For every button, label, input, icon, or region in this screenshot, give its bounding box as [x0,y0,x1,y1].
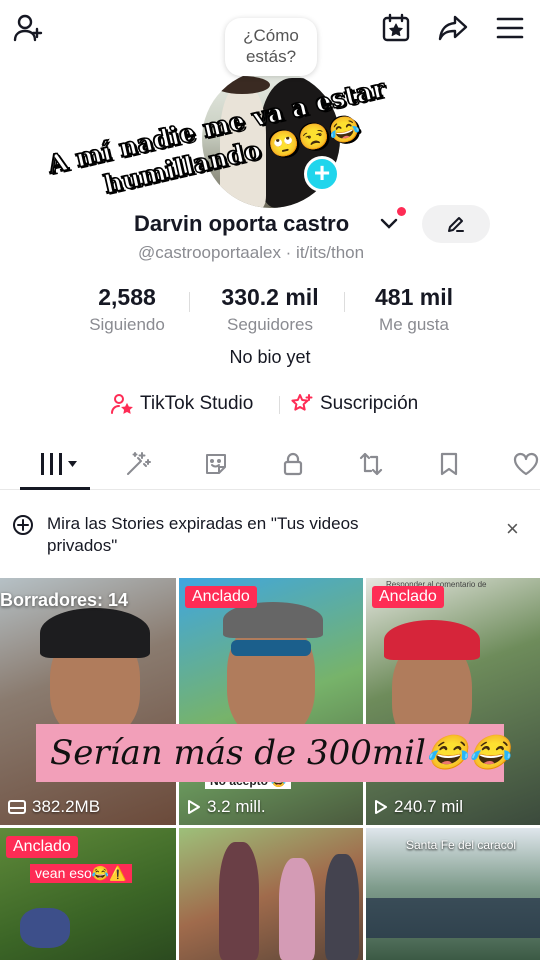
edit-profile-button[interactable] [422,205,490,243]
video-views: 3.2 mill. [187,797,266,817]
stat-following-value: 2,588 [98,284,156,310]
stat-following-label: Siguiendo [89,315,165,334]
tab-videos[interactable] [34,446,84,482]
sunglasses-shape [231,640,311,656]
thumbnail-person-shape [325,854,359,960]
share-icon[interactable] [435,10,471,46]
thumbnail-person-shape [20,908,70,948]
video-thumbnail[interactable]: Responder al comentario de Anclado 240.7… [366,578,540,825]
video-thumbnail[interactable]: Borradores: 14 382.2MB [0,578,176,825]
stat-divider [189,292,190,312]
menu-icon[interactable] [492,10,528,46]
stories-notice-text: Mira las Stories expiradas en "Tus video… [47,514,359,555]
active-tab-indicator [20,487,90,490]
stat-following[interactable]: 2,588 Siguiendo [82,284,172,335]
video-thumbnail[interactable]: Santa Fe del caracol [366,828,540,960]
video-size: 382.2MB [8,797,100,817]
tab-stickers[interactable] [196,446,236,482]
profile-handle: @castrooportaalex · it/its/thon [138,243,365,262]
stat-likes[interactable]: 481 mil Me gusta [362,284,466,335]
play-icon [188,800,200,814]
stat-likes-value: 481 mil [375,284,453,310]
lock-icon [283,452,303,476]
storage-icon [8,800,26,814]
stat-followers-label: Seguidores [226,315,313,334]
add-circle-icon [13,515,33,535]
heart-icon [513,452,539,476]
profile-tabs [0,440,540,490]
links-divider [279,396,280,414]
subscription-link[interactable]: Suscripción [290,392,418,416]
stat-followers[interactable]: 330.2 mil Seguidores [200,284,340,335]
add-friend-icon[interactable] [10,10,46,46]
video-thumbnail[interactable] [179,828,363,960]
video-views-count: 240.7 mil [394,797,463,816]
drafts-label: Borradores: 14 [0,590,129,610]
play-icon [375,800,387,814]
close-notice-button[interactable]: × [506,516,519,542]
crowd-shape [366,898,540,938]
tab-liked[interactable] [506,446,540,482]
tab-reposts[interactable] [351,446,391,482]
stories-notice[interactable]: Mira las Stories expiradas en "Tus video… [0,500,540,572]
stat-followers-value: 330.2 mil [221,284,319,310]
pinned-badge: Anclado [6,836,78,858]
tiktok-studio-link[interactable]: TikTok Studio [110,392,253,416]
pinned-badge: Anclado [185,586,257,608]
magic-wand-icon [127,452,151,475]
subscription-label: Suscripción [320,393,419,414]
star-sparkle-icon [291,394,313,411]
video-thumbnail[interactable]: Anclado vean eso😂⚠️ [0,828,176,960]
tab-reposts-sparkle[interactable] [118,446,158,482]
thumbnail-cap-shape [40,608,150,658]
tiktok-studio-label: TikTok Studio [140,393,254,414]
video-size-value: 382.2MB [32,797,101,816]
repost-icon [359,452,383,476]
profile-name-row: Darvin oporta castro [0,205,540,245]
bookmark-icon [440,452,458,476]
notification-dot [397,207,406,216]
overlay-banner-text: Serían más de 300mil😂😂 [50,733,511,773]
thumbnail-person-shape [219,842,259,960]
overlay-banner: Serían más de 300mil😂😂 [36,724,511,782]
profile-bio[interactable]: No bio yet [0,347,540,368]
person-star-icon [111,394,133,414]
add-story-plus-icon[interactable]: + [304,156,340,192]
thumbnail-cap-shape [384,620,480,660]
pencil-icon [448,217,464,232]
video-views: 240.7 mil [374,797,463,817]
profile-name[interactable]: Darvin oporta castro [134,211,349,237]
video-place-text: Santa Fe del caracol [406,838,517,852]
video-sticker-text: vean eso😂⚠️ [30,864,132,883]
tab-private[interactable] [273,446,313,482]
thumbnail-person-shape [279,858,315,960]
pinned-badge: Anclado [372,586,444,608]
sticker-smile-icon [206,454,226,474]
stat-divider [344,292,345,312]
stat-likes-label: Me gusta [379,315,449,334]
video-thumbnail[interactable]: Anclado No acepto 😂 3.2 mill. [179,578,363,825]
video-views-count: 3.2 mill. [207,797,266,816]
tab-saved[interactable] [429,446,469,482]
chevron-down-icon[interactable] [380,217,398,231]
grid-dropdown-icon [41,453,77,475]
